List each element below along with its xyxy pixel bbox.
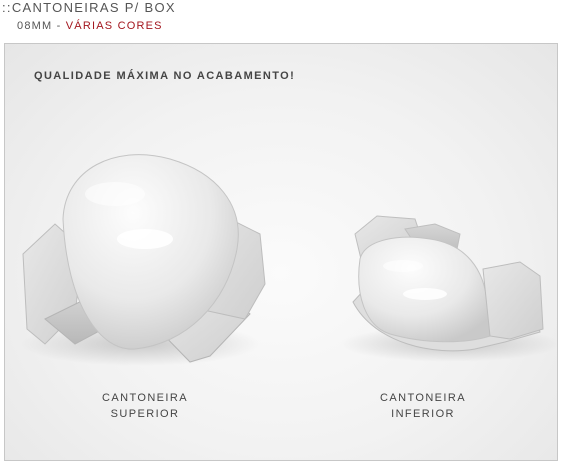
caption-inferior-line1: CANTONEIRA <box>380 392 466 404</box>
page-header: ::CANTONEIRAS P/ BOX 08MM - VÁRIAS CORES <box>0 0 561 40</box>
caption-superior-line1: CANTONEIRA <box>102 392 188 404</box>
subtitle-separator: - <box>52 20 66 32</box>
product-inferior-image <box>340 215 557 362</box>
subtitle-colors: VÁRIAS CORES <box>65 20 163 32</box>
caption-superior: CANTONEIRA SUPERIOR <box>85 390 205 422</box>
product-superior-image <box>20 154 266 366</box>
caption-superior-line2: SUPERIOR <box>110 408 180 420</box>
page-subtitle: 08MM - VÁRIAS CORES <box>17 20 163 32</box>
page-title: ::CANTONEIRAS P/ BOX <box>2 0 176 15</box>
product-photo: QUALIDADE MÁXIMA NO ACABAMENTO! CANTONEI… <box>4 43 558 461</box>
page: ::CANTONEIRAS P/ BOX 08MM - VÁRIAS CORES… <box>0 0 561 464</box>
subtitle-size: 08MM <box>17 20 53 32</box>
caption-inferior: CANTONEIRA INFERIOR <box>367 390 479 422</box>
caption-inferior-line2: INFERIOR <box>391 408 455 420</box>
